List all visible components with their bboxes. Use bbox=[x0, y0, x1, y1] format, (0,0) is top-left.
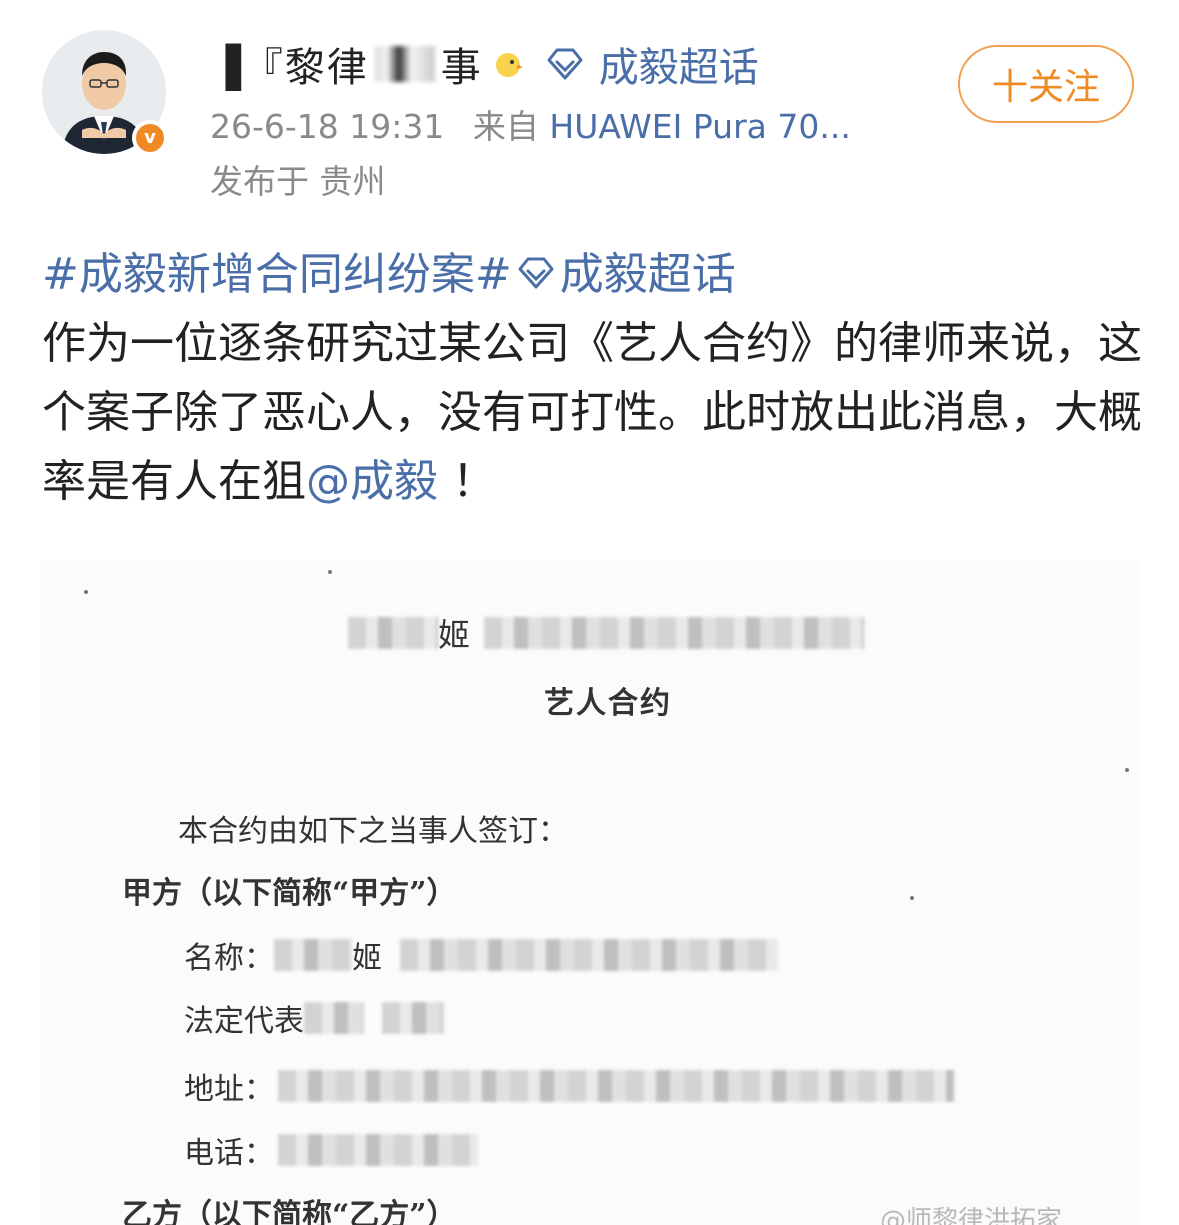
redacted-text bbox=[348, 617, 438, 649]
doc-party-a: 甲方（以下简称“甲方”） bbox=[122, 876, 457, 911]
doc-heading-visible: 姬 bbox=[438, 616, 471, 654]
redacted-text bbox=[304, 1002, 364, 1034]
speck bbox=[1125, 768, 1129, 772]
timestamp: 26-6-18 19:31 bbox=[210, 107, 445, 146]
supertopic-label: 成毅超话 bbox=[598, 45, 759, 91]
redacted-text bbox=[278, 1134, 478, 1166]
speck bbox=[84, 590, 88, 594]
redacted-text bbox=[382, 1002, 444, 1034]
doc-intro: 本合约由如下之当事人签订： bbox=[178, 814, 568, 849]
redacted-name bbox=[374, 46, 435, 82]
redacted-text bbox=[484, 617, 865, 649]
doc-row-legal-rep: 法定代表 bbox=[184, 996, 444, 1040]
post-text: 作为一位逐条研究过某公司《艺人合约》的律师来说，这个案子除了恶心人，没有可打性。… bbox=[42, 318, 1142, 507]
doc-row-phone: 电话： bbox=[184, 1128, 478, 1172]
name-row: ▐『黎律 事 成毅超话 bbox=[210, 36, 759, 92]
attached-image[interactable]: 姬 艺人合约 本合约由如下之当事人签订： 甲方（以下简称“甲方”） 名称： 姬 … bbox=[40, 560, 1140, 1225]
chick-emoji-icon bbox=[495, 53, 523, 77]
doc-row-visible: 姬 bbox=[352, 941, 382, 976]
doc-row-label: 电话： bbox=[184, 1136, 274, 1171]
doc-row-label: 名称： bbox=[184, 941, 274, 976]
mention-link[interactable]: @成毅 bbox=[306, 456, 438, 507]
hashtag-link[interactable]: #成毅新增合同纠纷案# bbox=[42, 249, 512, 300]
doc-row-label: 地址： bbox=[184, 1072, 274, 1107]
doc-heading: 姬 bbox=[348, 610, 865, 656]
doc-title: 艺人合约 bbox=[544, 686, 672, 721]
supertopic-inline-link[interactable]: 成毅超话 bbox=[560, 249, 736, 300]
source-prefix: 来自 bbox=[472, 107, 539, 146]
doc-row-label: 法定代表 bbox=[184, 1004, 304, 1039]
post-body: #成毅新增合同纠纷案# 成毅超话 作为一位逐条研究过某公司《艺人合约》的律师来说，… bbox=[42, 240, 1142, 516]
post-meta: 26-6-18 19:31 来自 HUAWEI Pura 70... bbox=[210, 100, 851, 148]
speck bbox=[328, 570, 332, 574]
watermark: @师黎律洪拓家 bbox=[880, 1206, 1063, 1225]
redacted-text bbox=[278, 1070, 954, 1102]
redacted-text bbox=[274, 939, 352, 971]
follow-button[interactable]: 十关注 bbox=[958, 45, 1134, 123]
speck bbox=[910, 896, 914, 900]
location: 发布于 贵州 bbox=[210, 162, 386, 201]
diamond-icon bbox=[547, 48, 583, 80]
device-link[interactable]: HUAWEI Pura 70... bbox=[549, 107, 850, 146]
redacted-text bbox=[400, 939, 778, 971]
username-suffix[interactable]: 事 bbox=[441, 35, 483, 93]
post-header: v ▐『黎律 事 成毅超话 26-6-18 19:31 来自 HUAWEI Pu… bbox=[0, 0, 1179, 220]
doc-row-name: 名称： 姬 bbox=[184, 933, 778, 977]
supertopic-link[interactable]: 成毅超话 bbox=[545, 35, 759, 93]
verified-badge-icon: v bbox=[132, 120, 168, 156]
diamond-icon bbox=[518, 257, 554, 289]
post-ending: ！ bbox=[452, 456, 496, 507]
doc-row-address: 地址： bbox=[184, 1064, 954, 1108]
username[interactable]: ▐『黎律 bbox=[210, 35, 369, 93]
doc-party-b: 乙方（以下简称“乙方”） bbox=[122, 1198, 457, 1225]
